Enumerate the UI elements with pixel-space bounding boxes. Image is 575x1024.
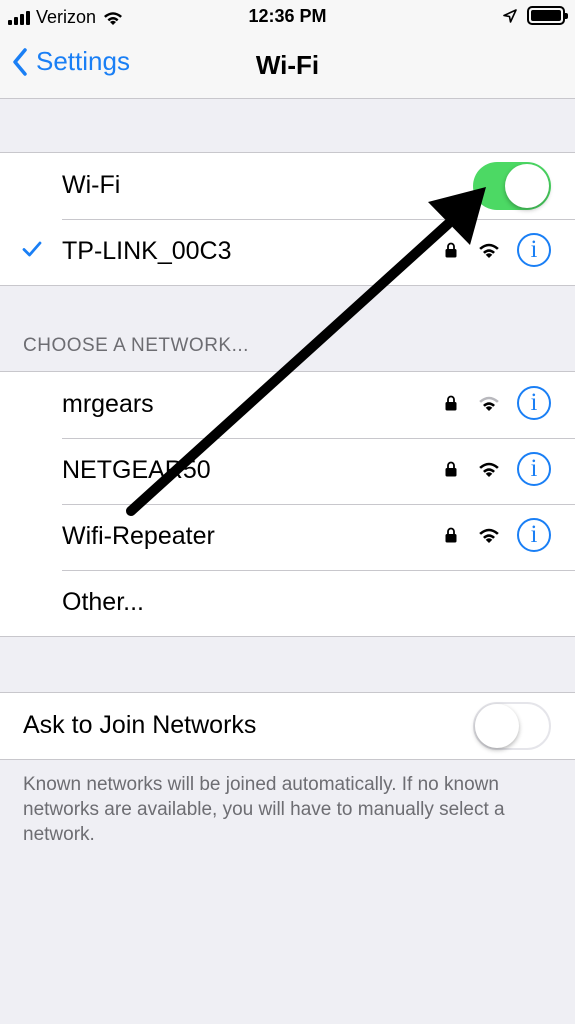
wifi-label: Wi-Fi [62, 171, 121, 199]
battery-icon [527, 6, 568, 25]
clock: 12:36 PM [248, 6, 327, 26]
ask-to-join-group: Ask to Join Networks [0, 692, 575, 760]
location-arrow-icon [503, 8, 517, 23]
network-row[interactable]: NETGEAR50 i [0, 438, 575, 504]
info-button[interactable]: i [517, 518, 551, 552]
footer-note: Known networks will be joined automatica… [23, 774, 505, 845]
info-button[interactable]: i [517, 233, 551, 267]
section-header: CHOOSE A NETWORK... [23, 335, 249, 356]
connected-network-row[interactable]: TP-LINK_00C3 i [0, 219, 575, 285]
wifi-toggle-row: Wi-Fi [0, 153, 575, 219]
navigation-bar: Settings Wi-Fi [0, 34, 575, 99]
info-button[interactable]: i [517, 386, 551, 420]
network-name: Wifi-Repeater [62, 522, 215, 550]
status-bar: Verizon 12:36 PM [0, 0, 575, 34]
toggle-knob [505, 164, 549, 208]
wifi-signal-icon [479, 528, 499, 543]
connected-network-name: TP-LINK_00C3 [62, 237, 232, 265]
ask-to-join-toggle[interactable] [473, 702, 551, 750]
checkmark-icon [22, 241, 42, 257]
wifi-group: Wi-Fi TP-LINK_00C3 i [0, 152, 575, 286]
wifi-toggle[interactable] [473, 162, 551, 210]
network-row[interactable]: mrgears i [0, 372, 575, 438]
network-name: mrgears [62, 390, 154, 418]
wifi-signal-icon [479, 396, 499, 411]
lock-icon [445, 242, 457, 258]
lock-icon [445, 395, 457, 411]
network-row[interactable]: Wifi-Repeater i [0, 504, 575, 570]
other-network-row[interactable]: Other... [0, 570, 575, 636]
wifi-signal-icon [479, 462, 499, 477]
other-label: Other... [62, 588, 144, 616]
lock-icon [445, 527, 457, 543]
networks-group: mrgears i NETGEAR50 i Wifi-Repeater i Ot… [0, 371, 575, 637]
network-name: NETGEAR50 [62, 456, 211, 484]
toggle-knob [475, 704, 519, 748]
lock-icon [445, 461, 457, 477]
wifi-signal-icon [479, 243, 499, 258]
ask-to-join-row: Ask to Join Networks [0, 693, 575, 759]
ask-to-join-label: Ask to Join Networks [23, 711, 257, 739]
page-title: Wi-Fi [255, 50, 320, 80]
info-button[interactable]: i [517, 452, 551, 486]
